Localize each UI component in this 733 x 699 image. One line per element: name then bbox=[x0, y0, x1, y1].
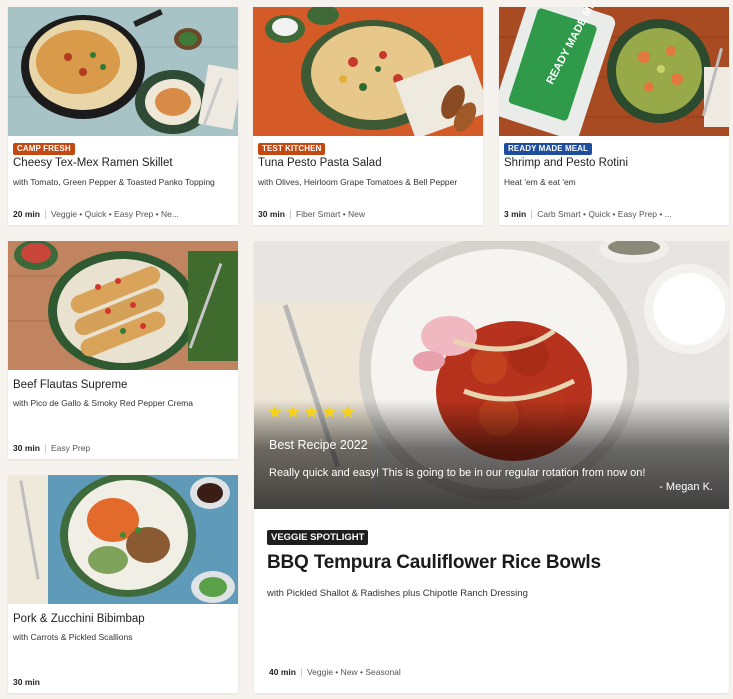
cook-time: 30 min bbox=[13, 677, 40, 687]
card-meta: 20 min Veggie • Quick • Easy Prep • Ne..… bbox=[13, 209, 179, 219]
cook-time: 3 min bbox=[504, 209, 527, 219]
star-icon: ★ bbox=[285, 402, 302, 422]
card-badge: TEST KITCHEN bbox=[258, 143, 326, 155]
featured-recipe-card[interactable]: ★ ★ ★ ★ ★ Best Recipe 2022 Really quick … bbox=[254, 241, 729, 693]
cook-time: 30 min bbox=[258, 209, 285, 219]
card-subtitle: with Pico de Gallo & Smoky Red Pepper Cr… bbox=[13, 398, 193, 408]
recipe-tags: Easy Prep bbox=[50, 443, 91, 453]
recipe-tags: Fiber Smart • New bbox=[295, 209, 366, 219]
recipe-card-tuna-pasta[interactable]: TEST KITCHEN Tuna Pesto Pasta Salad with… bbox=[253, 7, 483, 225]
review-author: - Megan K. bbox=[659, 481, 713, 493]
recipe-tags: Carb Smart • Quick • Easy Prep • ... bbox=[537, 209, 672, 219]
recipe-card-beef-flautas[interactable]: Beef Flautas Supreme with Pico de Gallo … bbox=[8, 241, 238, 459]
card-meta: 30 min Fiber Smart • New bbox=[258, 209, 365, 219]
recipe-card-ramen-skillet[interactable]: CAMP FRESH Cheesy Tex-Mex Ramen Skillet … bbox=[8, 7, 238, 225]
card-title[interactable]: Tuna Pesto Pasta Salad bbox=[258, 157, 382, 169]
card-title[interactable]: Cheesy Tex-Mex Ramen Skillet bbox=[13, 157, 173, 169]
star-icon: ★ bbox=[267, 402, 284, 422]
card-title[interactable]: Pork & Zucchini Bibimbap bbox=[13, 613, 145, 625]
recipe-card-pork-bibimbap[interactable]: Pork & Zucchini Bibimbap with Carrots & … bbox=[8, 475, 238, 693]
meta-divider bbox=[44, 443, 46, 453]
card-subtitle: with Carrots & Pickled Scallions bbox=[13, 632, 133, 642]
meta-divider bbox=[531, 209, 533, 219]
card-meta: 3 min Carb Smart • Quick • Easy Prep • .… bbox=[504, 209, 672, 219]
card-meta: 30 min Easy Prep bbox=[13, 443, 90, 453]
rating-stars: ★ ★ ★ ★ ★ bbox=[267, 403, 356, 421]
cook-time: 20 min bbox=[13, 209, 40, 219]
card-subtitle: with Olives, Heirloom Grape Tomatoes & B… bbox=[258, 177, 458, 187]
star-icon: ★ bbox=[321, 402, 338, 422]
card-title[interactable]: Shrimp and Pesto Rotini bbox=[504, 157, 628, 169]
card-meta: 30 min bbox=[13, 677, 40, 687]
featured-subtitle: with Pickled Shallot & Radishes plus Chi… bbox=[267, 588, 528, 599]
recipe-image bbox=[8, 7, 238, 136]
recipe-image bbox=[8, 241, 238, 370]
review-text: Really quick and easy! This is going to … bbox=[269, 467, 646, 479]
meta-divider bbox=[289, 209, 291, 219]
recipe-image bbox=[8, 475, 238, 604]
recipe-tags: Veggie • New • Seasonal bbox=[306, 667, 401, 677]
recipe-image: READY MADE MEALS bbox=[499, 7, 729, 136]
meta-divider bbox=[300, 667, 302, 677]
star-icon: ★ bbox=[339, 402, 356, 422]
star-icon: ★ bbox=[303, 402, 320, 422]
card-subtitle: Heat 'em & eat 'em bbox=[504, 177, 576, 187]
cook-time: 30 min bbox=[13, 443, 40, 453]
recipe-tags: Veggie • Quick • Easy Prep • Ne... bbox=[50, 209, 179, 219]
card-meta: 40 min Veggie • New • Seasonal bbox=[269, 667, 401, 677]
cook-time: 40 min bbox=[269, 667, 296, 677]
card-subtitle: with Tomato, Green Pepper & Toasted Pank… bbox=[13, 177, 215, 187]
recipe-card-shrimp-rotini[interactable]: READY MADE MEALS READY MADE MEAL Shrimp … bbox=[499, 7, 729, 225]
review-title: Best Recipe 2022 bbox=[269, 438, 368, 452]
featured-title[interactable]: BBQ Tempura Cauliflower Rice Bowls bbox=[267, 552, 601, 574]
spotlight-badge: VEGGIE SPOTLIGHT bbox=[267, 530, 369, 545]
featured-recipe-image: ★ ★ ★ ★ ★ Best Recipe 2022 Really quick … bbox=[254, 241, 729, 509]
card-title[interactable]: Beef Flautas Supreme bbox=[13, 379, 127, 391]
card-badge: CAMP FRESH bbox=[13, 143, 75, 155]
recipe-image bbox=[253, 7, 483, 136]
card-badge: READY MADE MEAL bbox=[504, 143, 593, 155]
meta-divider bbox=[44, 209, 46, 219]
